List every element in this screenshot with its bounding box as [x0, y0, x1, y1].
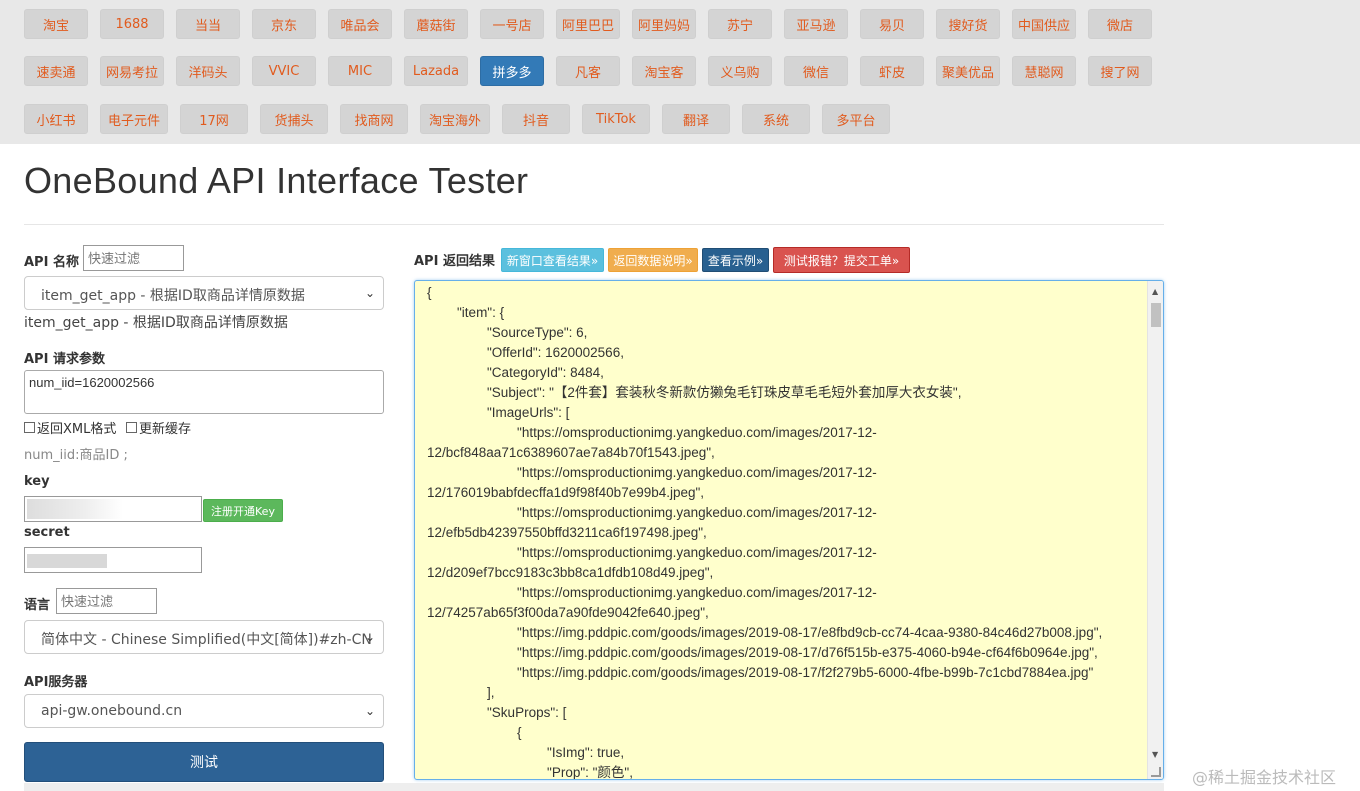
page-title: OneBound API Interface Tester [24, 160, 529, 201]
xml-format-checkbox[interactable]: 返回XML格式 [24, 418, 116, 437]
nav-pill[interactable]: 慧聪网 [1012, 56, 1076, 86]
nav-pill[interactable]: 1688 [100, 9, 164, 39]
nav-pill[interactable]: 抖音 [502, 104, 570, 134]
register-key-button[interactable]: 注册开通Key [203, 499, 283, 522]
report-error-button[interactable]: 测试报错？提交工单» [773, 247, 910, 273]
scroll-thumb[interactable] [1151, 303, 1161, 327]
api-name-select[interactable]: item_get_app - 根据ID取商品详情原数据 ⌄ [24, 276, 384, 310]
server-label: API服务器 [24, 675, 88, 690]
platform-nav-row-2: 速卖通 网易考拉 洋码头 VVIC MIC Lazada 拼多多 凡客 淘宝客 义乌购 微信 虾皮 聚美… [24, 56, 1164, 86]
param-hint: num_iid:商品ID ; [24, 448, 128, 463]
nav-pill[interactable]: 蘑菇街 [404, 9, 468, 39]
checkbox-icon [126, 422, 137, 433]
nav-pill[interactable]: TikTok [582, 104, 650, 134]
server-select[interactable]: api-gw.onebound.cn ⌄ [24, 694, 384, 728]
update-cache-label: 更新缓存 [139, 422, 192, 437]
result-label: API 返回结果 [414, 254, 495, 269]
nav-pill[interactable]: 京东 [252, 9, 316, 39]
result-scrollbar[interactable]: ▲ ▼ [1147, 281, 1163, 779]
nav-pill[interactable]: 苏宁 [708, 9, 772, 39]
nav-pill[interactable]: 一号店 [480, 9, 544, 39]
nav-pill[interactable]: 中国供应 [1012, 9, 1076, 39]
xml-format-label: 返回XML格式 [37, 422, 117, 437]
nav-pill[interactable]: 洋码头 [176, 56, 240, 86]
nav-pill[interactable]: 凡客 [556, 56, 620, 86]
bottom-strip [24, 783, 1164, 791]
nav-pill[interactable]: 搜好货 [936, 9, 1000, 39]
platform-nav: 淘宝 1688 当当 京东 唯品会 蘑菇街 一号店 阿里巴巴 阿里妈妈 苏宁 亚马逊 易贝 搜好货 中国供… [0, 0, 1360, 144]
result-json-text: { "item": { "SourceType": 6, "OfferId": … [427, 285, 1103, 780]
nav-pill[interactable]: 微店 [1088, 9, 1152, 39]
nav-pill[interactable]: 翻译 [662, 104, 730, 134]
nav-pill[interactable]: 搜了网 [1088, 56, 1152, 86]
language-label: 语言 [24, 598, 51, 613]
nav-pill[interactable]: 速卖通 [24, 56, 88, 86]
nav-pill[interactable]: 义乌购 [708, 56, 772, 86]
nav-pill[interactable]: 拼多多 [480, 56, 544, 86]
chevron-down-icon: ⌄ [364, 630, 375, 644]
nav-pill[interactable]: 易贝 [860, 9, 924, 39]
nav-pill[interactable]: 小红书 [24, 104, 88, 134]
watermark: @稀土掘金技术社区 [1192, 768, 1337, 787]
params-textarea[interactable] [24, 370, 384, 414]
secret-masked-value [27, 554, 107, 568]
key-label: key [24, 474, 50, 489]
nav-pill[interactable]: 17网 [180, 104, 248, 134]
resize-handle-icon[interactable] [1151, 767, 1161, 777]
nav-pill[interactable]: 淘宝海外 [420, 104, 490, 134]
data-doc-button[interactable]: 返回数据说明» [608, 248, 698, 272]
params-label: API 请求参数 [24, 352, 105, 367]
nav-pill[interactable]: 淘宝 [24, 9, 88, 39]
nav-pill[interactable]: MIC [328, 56, 392, 86]
secret-label: secret [24, 525, 70, 540]
nav-pill[interactable]: 微信 [784, 56, 848, 86]
api-filter-input[interactable] [83, 245, 184, 271]
update-cache-checkbox[interactable]: 更新缓存 [126, 418, 191, 437]
nav-pill[interactable]: VVIC [252, 56, 316, 86]
title-divider [24, 224, 1164, 225]
platform-nav-row-1: 淘宝 1688 当当 京东 唯品会 蘑菇街 一号店 阿里巴巴 阿里妈妈 苏宁 亚马逊 易贝 搜好货 中国供… [24, 9, 1164, 39]
language-filter-input[interactable] [56, 588, 157, 614]
test-button[interactable]: 测试 [24, 742, 384, 782]
nav-pill[interactable]: 唯品会 [328, 9, 392, 39]
view-example-button[interactable]: 查看示例» [702, 248, 769, 272]
nav-pill[interactable]: 当当 [176, 9, 240, 39]
api-name-select-value: item_get_app - 根据ID取商品详情原数据 [41, 288, 305, 304]
key-input[interactable] [24, 496, 202, 522]
secret-input[interactable] [24, 547, 202, 573]
platform-nav-row-3: 小红书 电子元件 17网 货捕头 找商网 淘宝海外 抖音 TikTok 翻译 系统 多平台 [24, 104, 902, 134]
api-name-label: API 名称 [24, 255, 79, 270]
result-textarea[interactable]: { "item": { "SourceType": 6, "OfferId": … [414, 280, 1164, 780]
nav-pill[interactable]: Lazada [404, 56, 468, 86]
nav-pill[interactable]: 货捕头 [260, 104, 328, 134]
nav-pill[interactable]: 电子元件 [100, 104, 168, 134]
nav-pill[interactable]: 阿里妈妈 [632, 9, 696, 39]
nav-pill[interactable]: 网易考拉 [100, 56, 164, 86]
server-select-value: api-gw.onebound.cn [41, 703, 183, 719]
chevron-down-icon: ⌄ [364, 704, 375, 718]
scroll-down-arrow-icon[interactable]: ▼ [1152, 750, 1158, 759]
scroll-up-arrow-icon[interactable]: ▲ [1152, 287, 1158, 296]
checkbox-icon [24, 422, 35, 433]
key-masked-value [27, 499, 123, 519]
nav-pill[interactable]: 亚马逊 [784, 9, 848, 39]
nav-pill[interactable]: 聚美优品 [936, 56, 1000, 86]
nav-pill[interactable]: 阿里巴巴 [556, 9, 620, 39]
language-select-value: 简体中文 - Chinese Simplified(中文[简体])#zh-CN [41, 632, 372, 648]
language-select[interactable]: 简体中文 - Chinese Simplified(中文[简体])#zh-CN … [24, 620, 384, 654]
new-window-button[interactable]: 新窗口查看结果» [501, 248, 604, 272]
api-description: item_get_app - 根据ID取商品详情原数据 [24, 315, 288, 331]
nav-pill[interactable]: 多平台 [822, 104, 890, 134]
chevron-down-icon: ⌄ [364, 286, 375, 300]
nav-pill[interactable]: 虾皮 [860, 56, 924, 86]
nav-pill[interactable]: 找商网 [340, 104, 408, 134]
nav-pill[interactable]: 淘宝客 [632, 56, 696, 86]
nav-pill[interactable]: 系统 [742, 104, 810, 134]
